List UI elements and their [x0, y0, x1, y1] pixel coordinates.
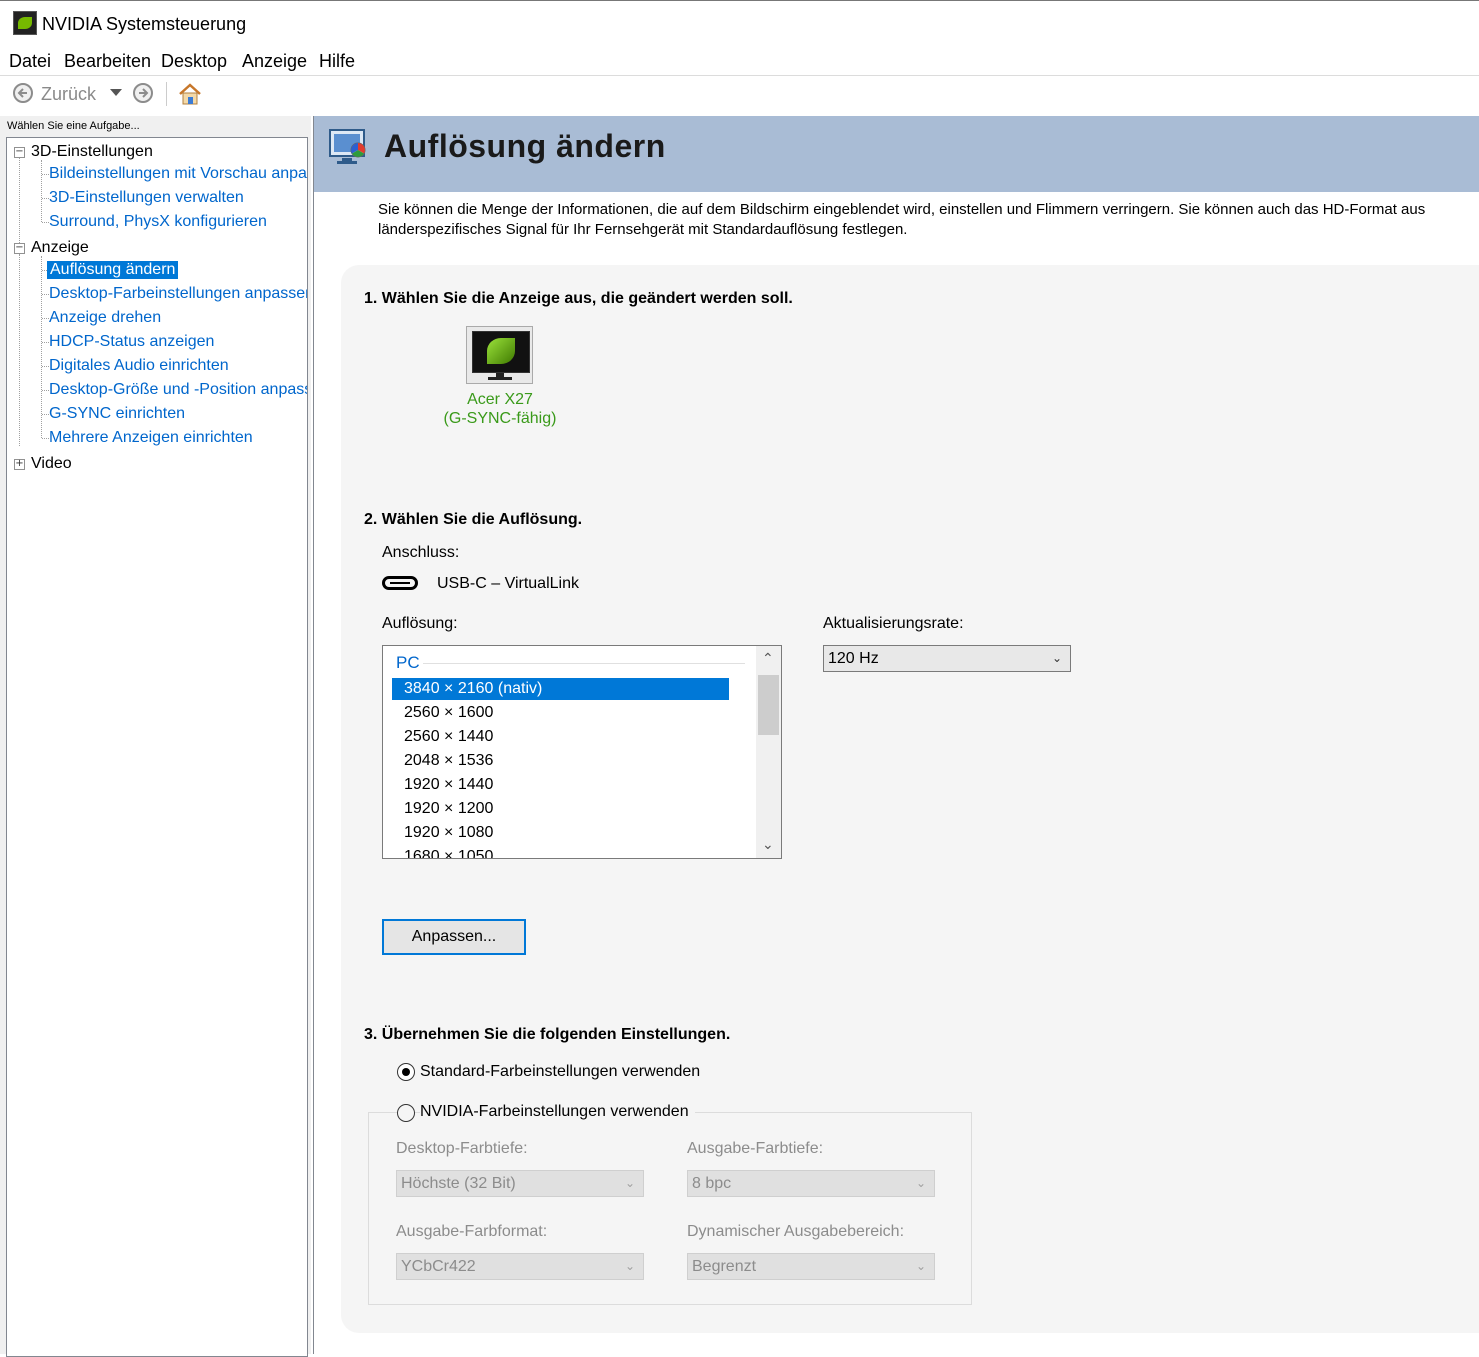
resolution-option[interactable]: 2048 × 1536: [392, 750, 729, 772]
dynamic-range-value: Begrenzt: [692, 1258, 757, 1275]
tree-item-anzeige-drehen[interactable]: Anzeige drehen: [49, 309, 161, 327]
scroll-down-icon[interactable]: ⌄: [762, 836, 774, 853]
monitor-name: Acer X27: [467, 391, 533, 408]
tree-category-3d[interactable]: 3D-Einstellungen: [31, 143, 153, 161]
window-title: NVIDIA Systemsteuerung: [42, 14, 247, 34]
chevron-down-icon: ⌄: [1051, 651, 1062, 665]
tree-item-aufloesung-aendern[interactable]: Auflösung ändern: [47, 261, 179, 279]
output-color-depth-label: Ausgabe-Farbtiefe:: [687, 1140, 824, 1157]
page-header: Auflösung ändern: [314, 116, 1479, 192]
connection-value: USB-C – VirtualLink: [437, 575, 579, 592]
chevron-down-icon: ⌄: [624, 1176, 635, 1190]
sidebar-caption: Wählen Sie eine Aufgabe...: [7, 120, 140, 132]
resolution-scrollbar[interactable]: ⌃ ⌄: [756, 646, 781, 858]
scroll-up-icon[interactable]: ⌃: [762, 650, 774, 667]
tree-item-mehrere-anzeigen[interactable]: Mehrere Anzeigen einrichten: [49, 429, 253, 447]
collapse-icon[interactable]: −: [14, 243, 25, 254]
back-arrow-icon[interactable]: [13, 83, 33, 103]
resolution-option[interactable]: 3840 × 2160 (nativ): [392, 678, 729, 700]
menu-bar: Datei Bearbeiten Desktop Anzeige Hilfe: [0, 46, 1479, 74]
tree-item-surround-physx[interactable]: Surround, PhysX konfigurieren: [49, 213, 267, 231]
tree-category-anzeige[interactable]: Anzeige: [31, 239, 89, 257]
tree-item-desktop-farbeinstellungen[interactable]: Desktop-Farbeinstellungen anpassen: [49, 285, 307, 303]
title-bar: NVIDIA Systemsteuerung: [0, 0, 1479, 46]
usb-c-connector-icon: [382, 576, 418, 590]
resolution-option[interactable]: 2560 × 1600: [392, 702, 729, 724]
connection-label: Anschluss:: [382, 544, 460, 561]
nvidia-app-icon: [13, 11, 37, 35]
radio-default-colors[interactable]: [397, 1063, 415, 1081]
desktop-color-depth-value: Höchste (32 Bit): [401, 1175, 516, 1192]
monitor-label[interactable]: Acer X27 (G-SYNC-fähig): [441, 390, 559, 428]
settings-panel: 1. Wählen Sie die Anzeige aus, die geänd…: [341, 265, 1479, 1333]
display-settings-icon: [328, 128, 374, 168]
desktop-color-depth-label: Desktop-Farbtiefe:: [396, 1140, 528, 1157]
customize-button[interactable]: Anpassen...: [382, 919, 526, 955]
monitor-select-button[interactable]: [466, 326, 533, 384]
step3-heading: 3. Übernehmen Sie die folgenden Einstell…: [364, 1026, 731, 1043]
tree-item-desktop-groesse[interactable]: Desktop-Größe und -Position anpassen: [49, 381, 307, 399]
main-content: Auflösung ändern Sie können die Menge de…: [313, 116, 1479, 1354]
output-color-format-label: Ausgabe-Farbformat:: [396, 1223, 548, 1240]
task-sidebar: Wählen Sie eine Aufgabe... − 3D-Einstell…: [0, 116, 311, 1357]
radio-default-colors-label[interactable]: Standard-Farbeinstellungen verwenden: [420, 1063, 700, 1081]
step1-heading: 1. Wählen Sie die Anzeige aus, die geänd…: [364, 290, 793, 307]
monitor-icon: [472, 331, 530, 373]
output-color-format-value: YCbCr422: [401, 1258, 476, 1275]
output-color-depth-dropdown[interactable]: 8 bpc ⌄: [687, 1170, 935, 1197]
resolution-group-header: PC: [396, 653, 420, 672]
output-color-format-dropdown[interactable]: YCbCr422 ⌄: [396, 1253, 644, 1280]
resolution-option[interactable]: 2560 × 1440: [392, 726, 729, 748]
task-tree: − 3D-Einstellungen Bildeinstellungen mit…: [6, 137, 308, 1357]
resolution-option[interactable]: 1920 × 1080: [392, 822, 729, 844]
tree-category-video[interactable]: Video: [31, 455, 72, 473]
tree-item-digitales-audio[interactable]: Digitales Audio einrichten: [49, 357, 229, 375]
tree-item-hdcp-status[interactable]: HDCP-Status anzeigen: [49, 333, 214, 351]
collapse-icon[interactable]: −: [14, 147, 25, 158]
menu-desktop[interactable]: Desktop: [161, 51, 227, 72]
monitor-gsync-note: (G-SYNC-fähig): [443, 410, 557, 427]
step2-heading: 2. Wählen Sie die Auflösung.: [364, 511, 583, 528]
expand-icon[interactable]: +: [14, 459, 25, 470]
resolution-option[interactable]: 1680 × 1050: [392, 846, 729, 858]
forward-arrow-icon[interactable]: [133, 83, 153, 103]
resolution-label: Auflösung:: [382, 615, 458, 632]
tree-item-3d-verwalten[interactable]: 3D-Einstellungen verwalten: [49, 189, 244, 207]
chevron-down-icon: ⌄: [915, 1176, 926, 1190]
description-line-2: länderspezifisches Signal für Ihr Fernse…: [378, 221, 908, 238]
description-line-1: Sie können die Menge der Informationen, …: [378, 201, 1426, 218]
chevron-down-icon: ⌄: [915, 1259, 926, 1273]
dynamic-range-label: Dynamischer Ausgabebereich:: [687, 1223, 905, 1240]
chevron-down-icon: ⌄: [624, 1259, 635, 1273]
scrollbar-thumb[interactable]: [758, 675, 779, 735]
desktop-color-depth-dropdown[interactable]: Höchste (32 Bit) ⌄: [396, 1170, 644, 1197]
menu-hilfe[interactable]: Hilfe: [319, 51, 355, 72]
tree-item-bildeinstellungen[interactable]: Bildeinstellungen mit Vorschau anpassen: [49, 165, 307, 183]
history-dropdown-icon[interactable]: [110, 89, 122, 96]
menu-datei[interactable]: Datei: [9, 51, 51, 72]
page-description: Sie können die Menge der Informationen, …: [378, 200, 1478, 240]
output-color-depth-value: 8 bpc: [692, 1175, 732, 1192]
radio-nvidia-colors[interactable]: [397, 1104, 415, 1122]
toolbar: Zurück: [0, 75, 1479, 116]
resolution-listbox[interactable]: PC 3840 × 2160 (nativ) 2560 × 1600 2560 …: [382, 645, 782, 859]
radio-nvidia-colors-label[interactable]: NVIDIA-Farbeinstellungen verwenden: [420, 1103, 695, 1121]
menu-anzeige[interactable]: Anzeige: [242, 51, 307, 72]
refresh-rate-value: 120 Hz: [828, 650, 879, 667]
back-button-label[interactable]: Zurück: [41, 84, 96, 105]
dynamic-range-dropdown[interactable]: Begrenzt ⌄: [687, 1253, 935, 1280]
menu-bearbeiten[interactable]: Bearbeiten: [64, 51, 151, 72]
resolution-option[interactable]: 1920 × 1440: [392, 774, 729, 796]
refresh-rate-label: Aktualisierungsrate:: [823, 615, 964, 632]
tree-item-gsync[interactable]: G-SYNC einrichten: [49, 405, 185, 423]
home-icon[interactable]: [177, 81, 203, 112]
page-title: Auflösung ändern: [384, 128, 666, 164]
resolution-option[interactable]: 1920 × 1200: [392, 798, 729, 820]
toolbar-separator: [166, 82, 167, 106]
refresh-rate-dropdown[interactable]: 120 Hz ⌄: [823, 645, 1071, 672]
